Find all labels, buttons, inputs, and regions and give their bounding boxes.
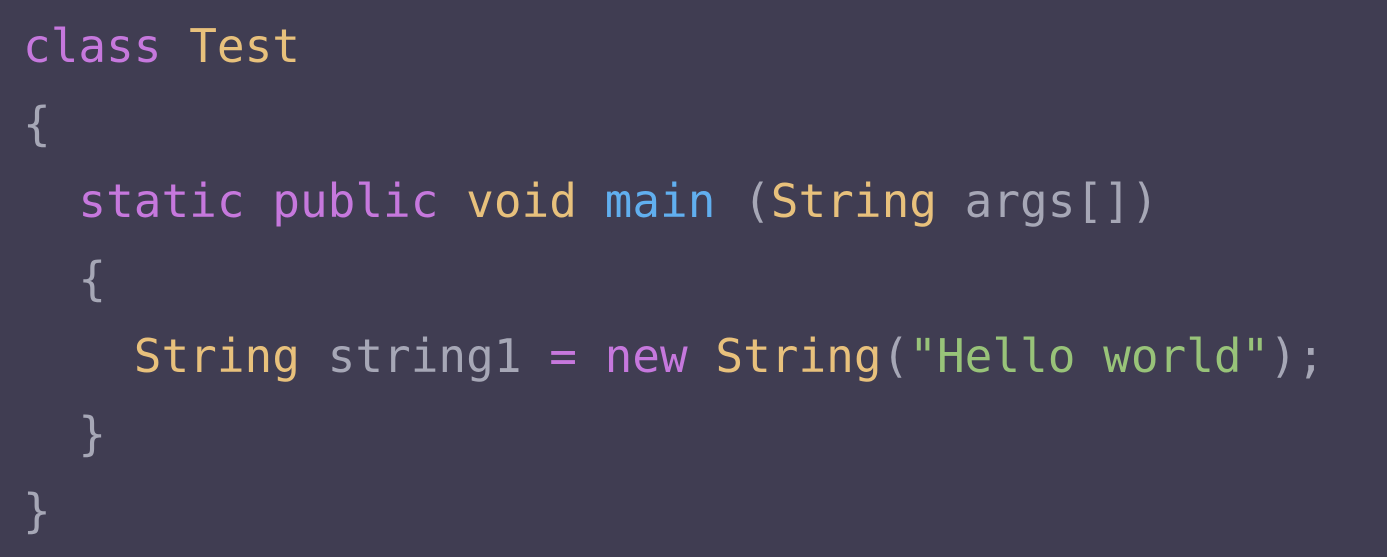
code-token-keyword: public <box>272 174 439 228</box>
code-token-plain: args[]) <box>936 174 1159 228</box>
code-token-plain: } <box>23 484 51 538</box>
code-token-keyword: = <box>549 329 577 383</box>
code-token-plain: { <box>78 251 107 306</box>
code-token-plain: string1 <box>299 329 550 383</box>
code-line: { <box>23 86 1387 164</box>
code-line: { <box>23 241 1387 319</box>
code-token-type: String <box>770 174 937 228</box>
code-line: static public void main (String args[]) <box>23 163 1387 241</box>
code-line: class Test <box>23 8 1387 86</box>
code-token-type: Test <box>189 19 300 73</box>
code-editor: class Test{ static public void main (Str… <box>0 0 1387 557</box>
code-token-type: String <box>133 329 300 383</box>
code-token-type: String <box>715 329 882 383</box>
code-token-keyword: new <box>604 329 688 383</box>
code-token-plain: ); <box>1269 329 1325 383</box>
code-token-function: main <box>604 174 716 228</box>
code-token-string: "Hello world" <box>909 329 1270 383</box>
code-line: } <box>23 473 1387 551</box>
code-token-keyword: static <box>78 174 245 228</box>
code-token-plain: ( <box>881 329 910 383</box>
code-token-plain: ( <box>715 174 771 228</box>
code-token-keyword: class <box>23 19 162 73</box>
code-line: String string1 = new String("Hello world… <box>23 318 1387 396</box>
code-token-plain: { <box>23 96 51 151</box>
code-token-plain: } <box>78 406 107 461</box>
code-line: } <box>23 396 1387 474</box>
code-token-type: void <box>466 174 577 228</box>
